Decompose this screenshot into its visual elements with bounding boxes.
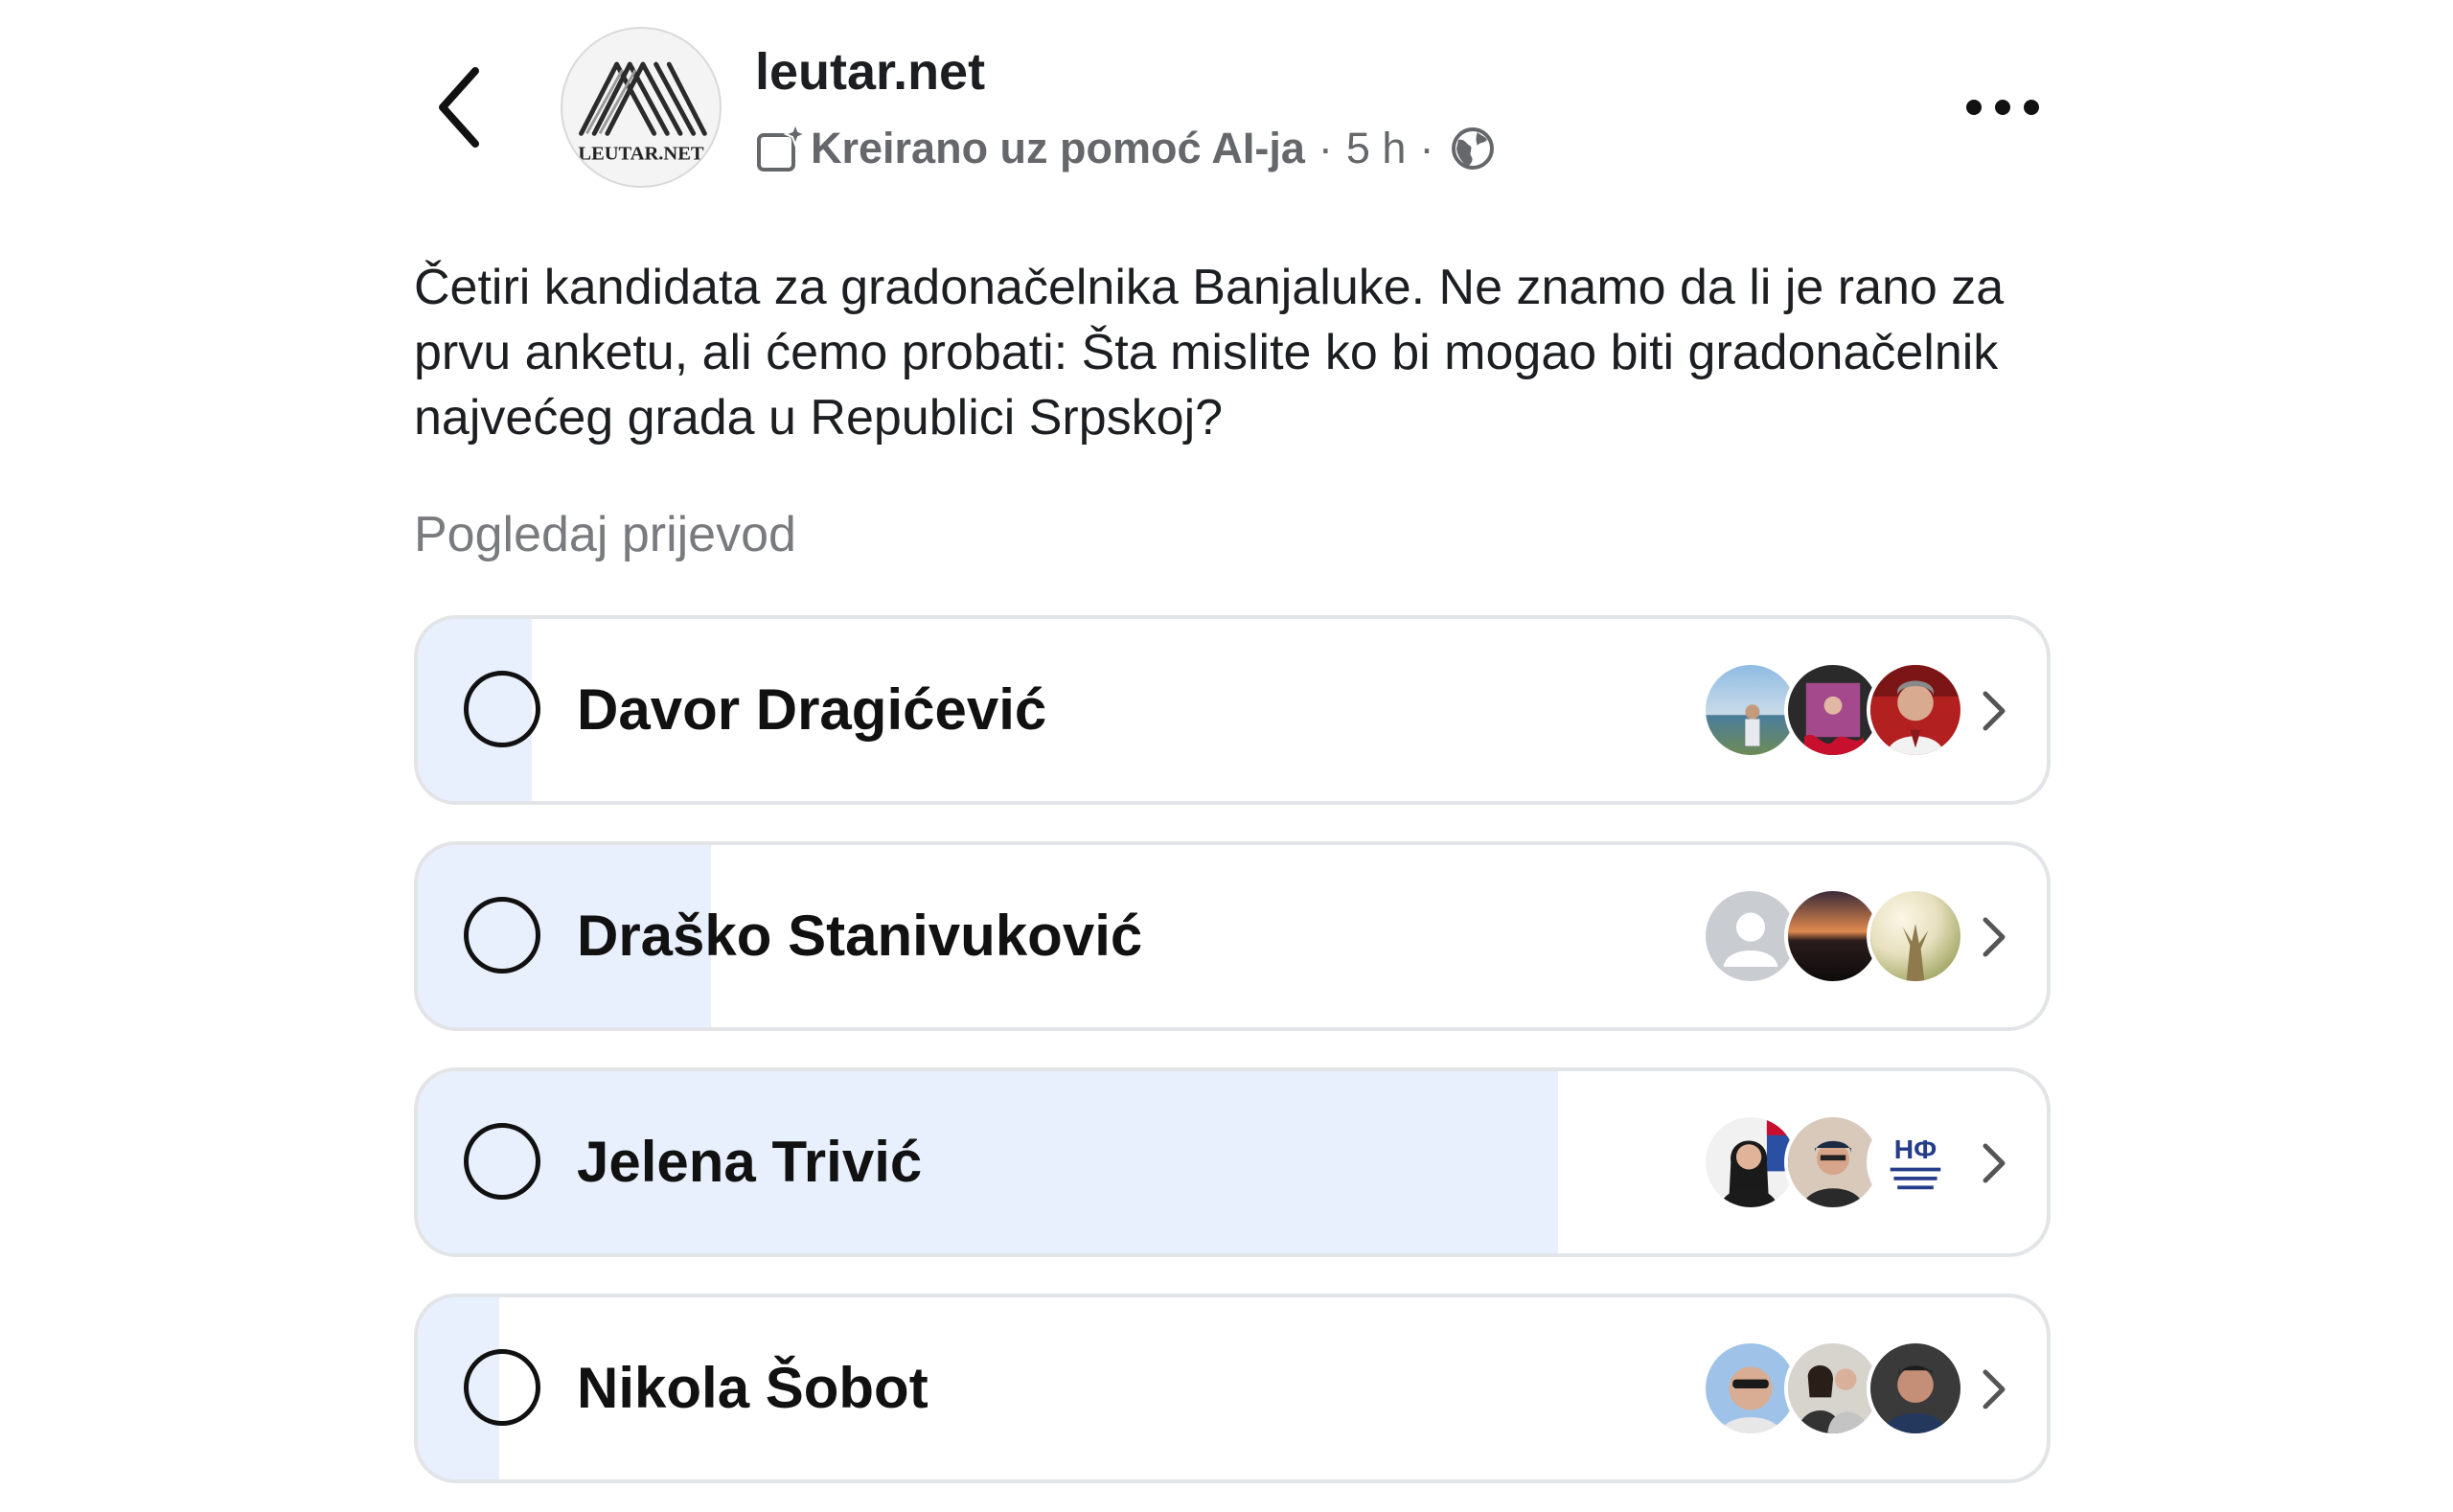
page-avatar[interactable]: LEUTAR.NET bbox=[561, 27, 722, 188]
poll-option-label: Draško Stanivuković bbox=[577, 904, 1143, 968]
chevron-right-icon bbox=[1974, 1363, 2012, 1416]
voter-avatar bbox=[1867, 661, 1964, 759]
back-button[interactable] bbox=[422, 59, 498, 155]
ai-sparkle-icon bbox=[757, 122, 805, 172]
page-name[interactable]: leutar.net bbox=[755, 42, 985, 102]
voter-avatars[interactable] bbox=[1702, 1340, 1980, 1439]
poll-option[interactable]: Jelena Trivić НФ bbox=[414, 1067, 2051, 1257]
voter-avatar: НФ bbox=[1867, 1113, 1964, 1211]
voter-avatar bbox=[1867, 1340, 1964, 1437]
post-time[interactable]: 5 h bbox=[1346, 124, 1407, 173]
post-text: Četiri kandidata za gradonačelnika Banja… bbox=[414, 260, 2005, 446]
poll-option[interactable]: Draško Stanivuković bbox=[414, 841, 2051, 1031]
poll-option-label: Davor Dragićević bbox=[577, 677, 1047, 742]
meta-separator: · bbox=[1419, 124, 1434, 172]
more-horizontal-icon bbox=[1966, 100, 2039, 115]
poll-option-label: Nikola Šobot bbox=[577, 1356, 928, 1420]
post-meta: Kreirano uz pomoć AI-ja · 5 h · bbox=[755, 117, 1497, 180]
logo-text: LEUTAR.NET bbox=[578, 144, 704, 165]
voter-avatars[interactable] bbox=[1702, 661, 1980, 761]
chevron-right-icon bbox=[1974, 910, 2012, 964]
ai-created-label[interactable]: Kreirano uz pomoć AI-ja bbox=[811, 124, 1305, 173]
leutar-logo: LEUTAR.NET bbox=[578, 61, 707, 165]
poll-option[interactable]: Davor Dragićević bbox=[414, 615, 2051, 805]
poll-radio[interactable] bbox=[464, 1349, 540, 1426]
poll-radio[interactable] bbox=[464, 1123, 540, 1200]
poll-option[interactable]: Nikola Šobot bbox=[414, 1294, 2051, 1483]
chevron-right-icon bbox=[1974, 1136, 2012, 1190]
voter-avatars[interactable]: НФ bbox=[1702, 1113, 1980, 1213]
see-translation-link[interactable]: Pogledaj prijevod bbox=[414, 506, 796, 563]
chevron-left-icon bbox=[439, 67, 479, 148]
more-options-button[interactable] bbox=[1955, 77, 2051, 134]
poll-option-label: Jelena Trivić bbox=[577, 1130, 923, 1194]
globe-icon bbox=[1452, 127, 1495, 170]
meta-separator: · bbox=[1318, 124, 1333, 172]
voter-badge-text: НФ bbox=[1894, 1134, 1937, 1164]
poll-radio[interactable] bbox=[464, 671, 540, 747]
voter-avatars[interactable] bbox=[1702, 887, 1980, 987]
chevron-right-icon bbox=[1974, 684, 2012, 738]
poll-radio[interactable] bbox=[464, 897, 540, 974]
voter-avatar bbox=[1867, 887, 1964, 985]
